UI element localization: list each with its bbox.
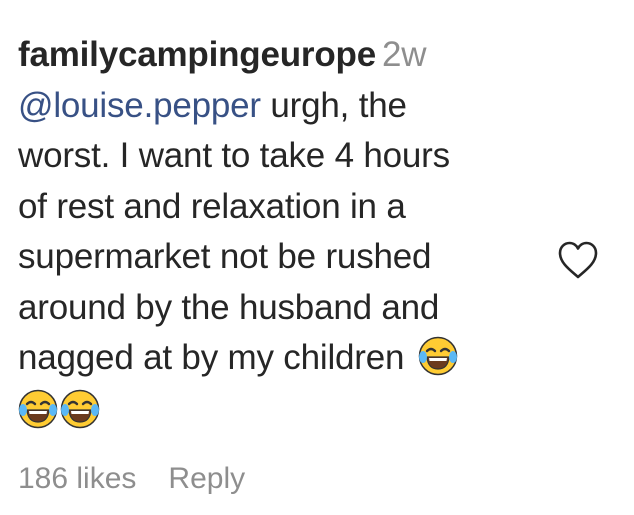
mention-link[interactable]: @louise.pepper: [18, 86, 261, 125]
tears-of-joy-emoji-icon: [418, 336, 458, 376]
reply-button[interactable]: Reply: [168, 462, 245, 495]
comment-text-line-1: urgh, the: [270, 85, 407, 125]
comment-timestamp[interactable]: 2w: [382, 35, 427, 74]
likes-count[interactable]: 186 likes: [18, 462, 136, 495]
comment-text-line-3: of rest and relaxation in a: [18, 186, 406, 226]
comment-text-line-6: nagged at by my children: [18, 338, 405, 377]
comment-body: familycampingeurope 2w @louise.pepper urg…: [18, 30, 548, 436]
tears-of-joy-emoji-icon: [60, 389, 100, 428]
comment: familycampingeurope 2w @louise.pepper urg…: [18, 30, 548, 436]
comment-text-line-2: worst. I want to take 4 hours: [18, 136, 450, 175]
comment-text-line-4: supermarket not be rushed: [18, 237, 432, 276]
comment-meta: 186 likes Reply: [18, 462, 245, 496]
heart-outline-icon[interactable]: [556, 238, 600, 282]
comment-username[interactable]: familycampingeurope: [18, 35, 376, 74]
emoji-line: [18, 386, 548, 437]
comment-text-line-5: around by the husband and: [18, 287, 440, 327]
tears-of-joy-emoji-icon: [18, 389, 58, 428]
